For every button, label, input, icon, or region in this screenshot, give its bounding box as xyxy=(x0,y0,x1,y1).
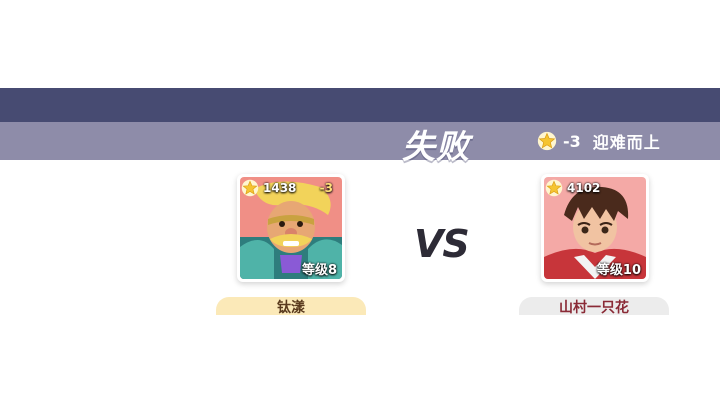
player-name-right[interactable]: 山村一只花 xyxy=(519,297,669,323)
star-change: -3 迎难而上 xyxy=(537,129,661,153)
result-caption: 迎难而上 xyxy=(592,133,661,152)
vs-label: VS xyxy=(414,222,470,266)
result-title: 失败 xyxy=(402,127,470,166)
player-name-left[interactable]: 钛漾 xyxy=(216,297,366,323)
star-delta: -3 xyxy=(563,131,581,151)
player-name-left-label: 钛漾 xyxy=(277,300,305,316)
player-name-right-label: 山村一只花 xyxy=(559,300,629,316)
player-level-right: 等级10 xyxy=(596,263,641,278)
header-band-dark xyxy=(0,88,720,122)
player-info-right: 4102 xyxy=(545,178,645,198)
star-icon xyxy=(545,179,563,197)
player-level-left: 等级8 xyxy=(301,263,337,278)
star-icon xyxy=(241,179,259,197)
player-rating-left: 1438 xyxy=(263,181,297,195)
player-rating-delta-left: -3 xyxy=(319,181,333,195)
player-rating-right: 4102 xyxy=(567,181,601,195)
star-icon xyxy=(537,131,557,151)
player-card-right[interactable]: 4102 等级10 xyxy=(541,174,649,282)
player-info-left: 1438 -3 xyxy=(241,178,341,198)
player-card-left[interactable]: 1438 -3 等级8 xyxy=(237,174,345,282)
